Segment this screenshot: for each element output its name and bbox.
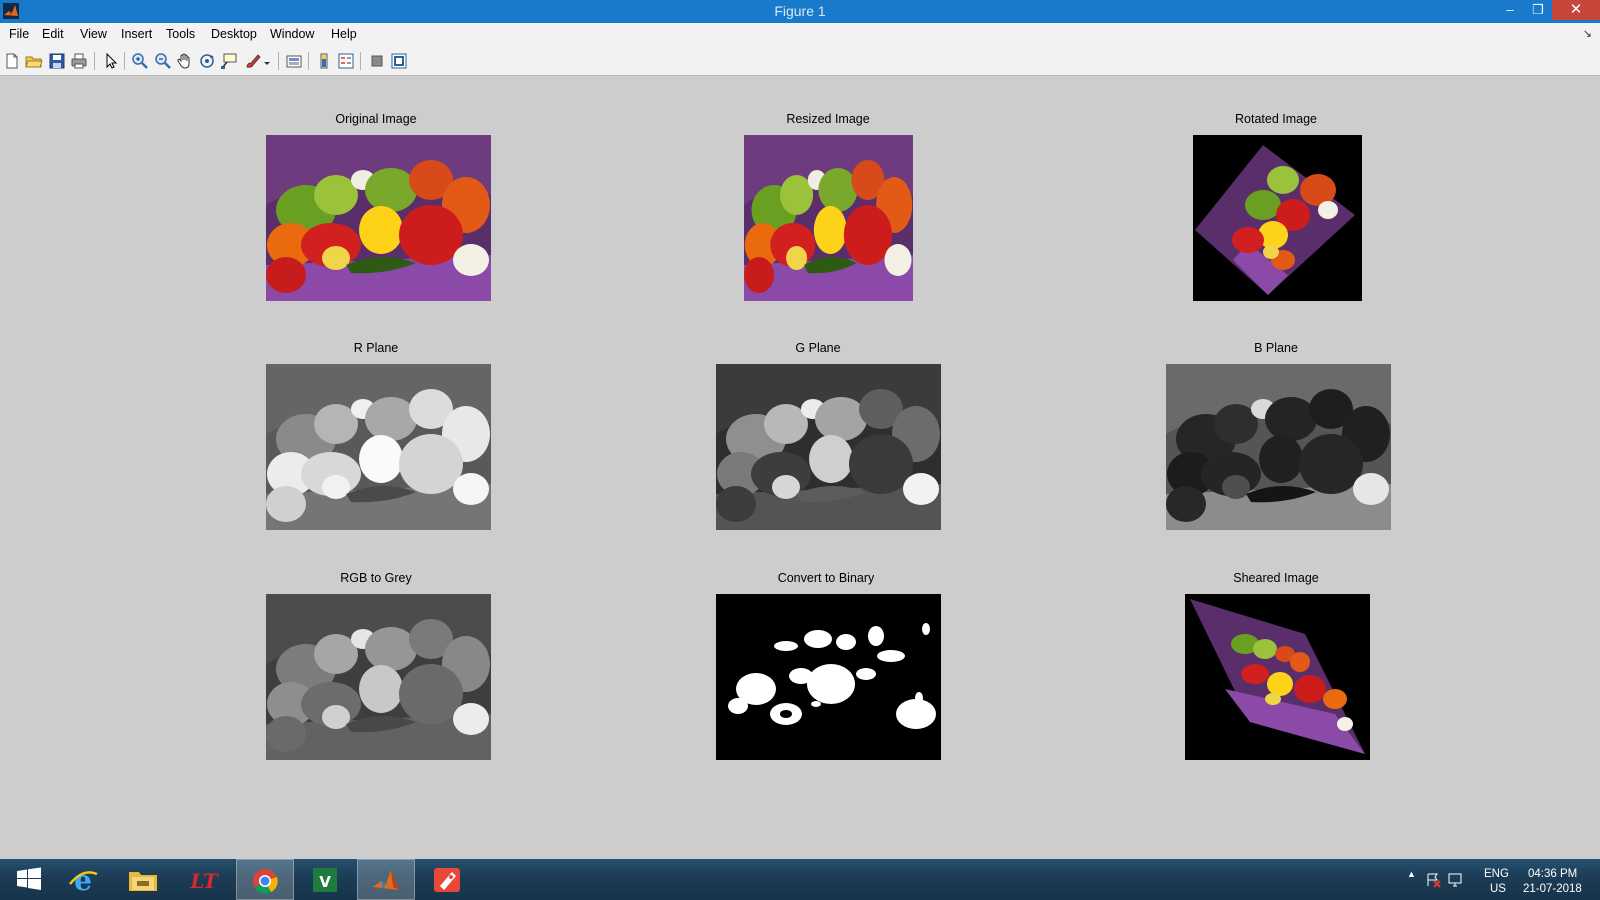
subplot-title: Rotated Image [1235,112,1317,126]
menu-window[interactable]: Window [270,27,314,41]
resized-image[interactable] [744,135,913,301]
toolbar-separator [308,52,309,70]
menu-desktop[interactable]: Desktop [211,27,257,41]
open-file-icon[interactable] [25,52,43,70]
print-icon[interactable] [70,52,88,70]
sheared-image[interactable] [1185,594,1370,760]
brush-dropdown-icon[interactable] [262,52,272,70]
svg-text:V: V [319,873,331,891]
grey-image[interactable] [266,594,491,760]
binary-image[interactable] [716,594,941,760]
network-icon[interactable] [1447,872,1465,888]
svg-text:e: e [74,866,92,894]
taskbar: e LT V ▲ ENG US 04:36 PM 21-07-2018 [0,859,1600,900]
menu-file[interactable]: File [9,27,29,41]
window-title: Figure 1 [774,3,826,19]
toolbar-separator [360,52,361,70]
subplot-title: Sheared Image [1233,571,1319,585]
menu-edit[interactable]: Edit [42,27,64,41]
chrome-icon[interactable] [236,859,294,900]
language-indicator[interactable]: ENG [1484,868,1509,880]
subplot-title: Original Image [335,112,417,126]
insert-colorbar-icon[interactable] [315,52,333,70]
show-plot-tools-icon[interactable] [390,52,408,70]
figure-canvas: Original Image Resized Image Rotated Ima… [0,77,1600,859]
minimize-button[interactable]: – [1496,0,1524,20]
show-hidden-icons-icon[interactable]: ▲ [1407,869,1416,879]
subplot-title: RGB to Grey [340,571,412,585]
b-plane-image[interactable] [1166,364,1391,530]
brush-icon[interactable] [244,52,262,70]
zoom-out-icon[interactable] [154,52,172,70]
menu-bar: File Edit View Insert Tools Desktop Wind… [0,23,1600,46]
toolbar-separator [124,52,125,70]
close-button[interactable]: ✕ [1552,0,1600,20]
subplot-title: R Plane [353,341,399,355]
new-figure-icon[interactable] [3,52,21,70]
language-region[interactable]: US [1490,883,1506,895]
undock-icon[interactable]: ↘ [1583,27,1592,40]
rocket-app-icon[interactable] [418,859,476,900]
vs-app-icon[interactable]: V [296,859,354,900]
g-plane-image[interactable] [716,364,941,530]
menu-view[interactable]: View [80,27,107,41]
toolbar-separator [94,52,95,70]
r-plane-image[interactable] [266,364,491,530]
title-bar: Figure 1 – ❐ ✕ [0,0,1600,23]
start-button[interactable] [0,859,58,900]
app-red-icon[interactable]: LT [175,859,233,900]
zoom-in-icon[interactable] [131,52,149,70]
rotate-3d-icon[interactable] [198,52,216,70]
internet-explorer-icon[interactable]: e [54,859,112,900]
subplot-title: Resized Image [786,112,870,126]
data-cursor-icon[interactable] [220,52,238,70]
pan-hand-icon[interactable] [176,52,194,70]
hide-plot-tools-icon[interactable] [368,52,386,70]
figure-toolbar [0,46,1600,76]
rotated-image[interactable] [1193,135,1362,301]
subplot-title: B Plane [1254,341,1298,355]
menu-tools[interactable]: Tools [166,27,195,41]
matlab-taskbar-icon[interactable] [357,859,415,900]
original-image[interactable] [266,135,491,301]
file-explorer-icon[interactable] [114,859,172,900]
subplot-title: G Plane [795,341,841,355]
menu-help[interactable]: Help [331,27,357,41]
save-icon[interactable] [48,52,66,70]
menu-insert[interactable]: Insert [121,27,152,41]
toolbar-separator [278,52,279,70]
restore-button[interactable]: ❐ [1524,0,1552,20]
action-center-icon[interactable] [1425,872,1441,888]
subplot-title: Convert to Binary [777,571,875,585]
link-plot-icon[interactable] [285,52,303,70]
svg-text:LT: LT [189,869,219,893]
clock-time[interactable]: 04:36 PM [1528,868,1577,880]
edit-plot-arrow-icon[interactable] [102,52,120,70]
insert-legend-icon[interactable] [337,52,355,70]
clock-date[interactable]: 21-07-2018 [1523,883,1582,895]
